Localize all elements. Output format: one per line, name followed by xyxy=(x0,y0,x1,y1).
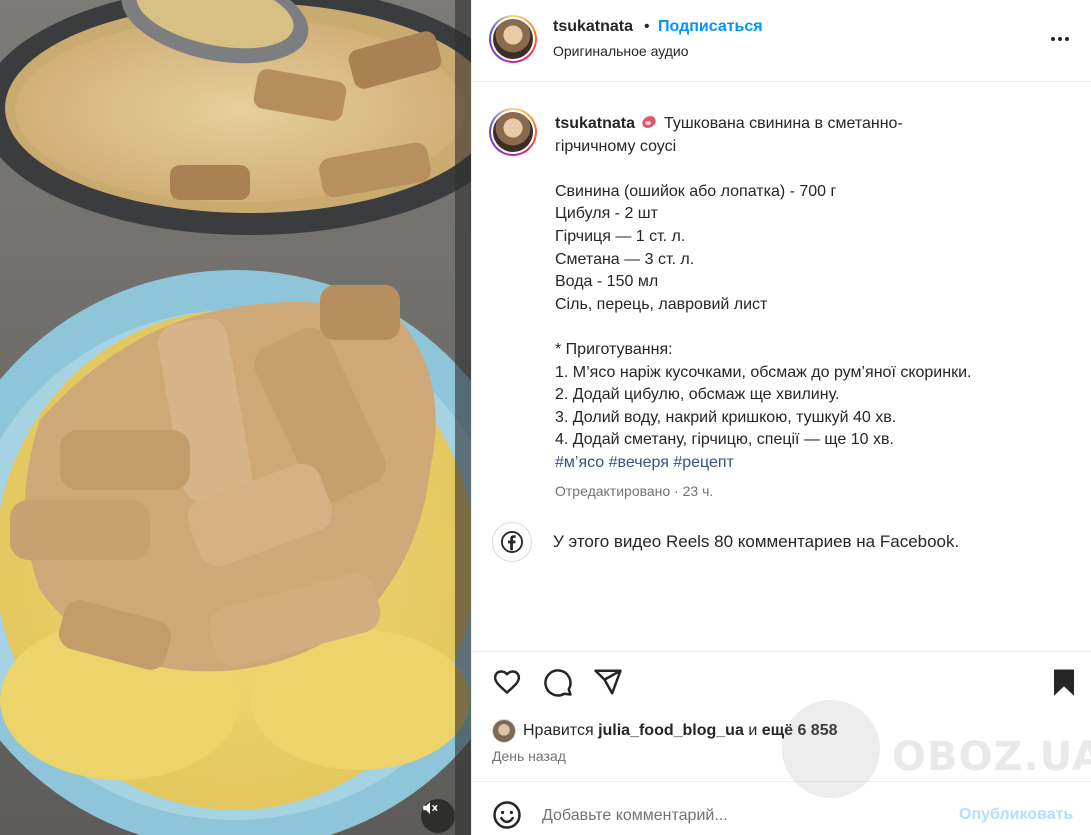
mute-toggle-button[interactable] xyxy=(421,799,455,833)
facebook-comments-text[interactable]: У этого видео Reels 80 комментариев на F… xyxy=(553,532,959,552)
separator-dot: • xyxy=(644,18,650,35)
ingredient-item: Гірчиця — 1 ст. л. xyxy=(555,227,686,245)
caption-title-line2: гірчичному соусі xyxy=(555,137,677,155)
facebook-icon xyxy=(501,531,523,553)
edited-timestamp: Отредактировано · 23 ч. xyxy=(555,483,714,499)
liker-username[interactable]: julia_food_blog_ua xyxy=(598,722,744,740)
step-item: 4. Додай сметану, гірчицю, спеції — ще 1… xyxy=(555,431,894,449)
caption-username[interactable]: tsukatnata xyxy=(555,115,635,132)
meat-emoji-icon xyxy=(642,116,657,128)
emoji-icon[interactable] xyxy=(492,800,522,830)
ingredient-item: Свинина (ошийок або лопатка) - 700 г xyxy=(555,182,837,200)
more-options-button[interactable] xyxy=(1046,27,1074,51)
step-item: 3. Долий воду, накрий кришкою, тушкуй 40… xyxy=(555,408,897,426)
caption-title-line1: Тушкована свинина в сметанно- xyxy=(663,115,903,132)
hashtag-link[interactable]: #рецепт xyxy=(673,454,734,471)
facebook-comments-row[interactable]: У этого видео Reels 80 комментариев на F… xyxy=(492,521,959,563)
comment-icon[interactable] xyxy=(543,667,573,697)
ingredient-item: Сіль, перець, лавровий лист xyxy=(555,295,768,313)
share-icon[interactable] xyxy=(593,667,623,697)
post-time: День назад xyxy=(492,748,566,764)
post-sidebar: tsukatnata • Подписаться Оригинальное ау… xyxy=(471,0,1091,835)
reel-video[interactable] xyxy=(0,0,471,835)
ingredient-item: Цибуля - 2 шт xyxy=(555,205,658,223)
hashtags: #м’ясо #вечеря #рецепт xyxy=(555,452,1035,475)
likes-summary: Нравится julia_food_blog_ua и ещё 6 858 xyxy=(492,718,837,744)
post-header: tsukatnata • Подписаться Оригинальное ау… xyxy=(472,0,1091,82)
likes-prefix: Нравится xyxy=(523,722,594,739)
hashtag-link[interactable]: #м’ясо xyxy=(555,454,604,471)
facebook-icon-wrapper xyxy=(492,522,532,562)
audio-label[interactable]: Оригинальное аудио xyxy=(553,43,689,59)
liker-avatar[interactable] xyxy=(492,719,516,743)
step-item: 2. Додай цибулю, обсмаж ще хвилину. xyxy=(555,386,840,404)
comment-input[interactable] xyxy=(542,803,942,829)
hashtag-link[interactable]: #вечеря xyxy=(609,454,669,471)
food-image xyxy=(0,0,471,835)
bookmark-icon[interactable] xyxy=(1049,667,1079,697)
ingredient-item: Сметана — 3 ст. л. xyxy=(555,250,695,268)
divider xyxy=(472,651,1091,652)
step-item: 1. М’ясо наріж кусочками, обсмаж до рум’… xyxy=(555,363,972,381)
steps-header: * Приготування: xyxy=(555,340,673,358)
post-comment-button[interactable]: Опубликовать xyxy=(959,806,1073,824)
author-avatar[interactable] xyxy=(489,15,537,63)
caption-author-avatar[interactable] xyxy=(489,108,537,156)
likes-count[interactable]: ещё 6 858 xyxy=(762,722,838,740)
likes-middle: и xyxy=(748,722,758,739)
follow-button[interactable]: Подписаться xyxy=(658,18,763,36)
author-username[interactable]: tsukatnata xyxy=(553,18,633,36)
ingredient-item: Вода - 150 мл xyxy=(555,273,659,291)
divider xyxy=(472,781,1091,782)
heart-icon[interactable] xyxy=(492,667,522,697)
post-caption: tsukatnata Тушкована свинина в сметанно-… xyxy=(555,113,1035,475)
speaker-muted-icon xyxy=(423,802,438,814)
more-icon xyxy=(1051,37,1055,41)
